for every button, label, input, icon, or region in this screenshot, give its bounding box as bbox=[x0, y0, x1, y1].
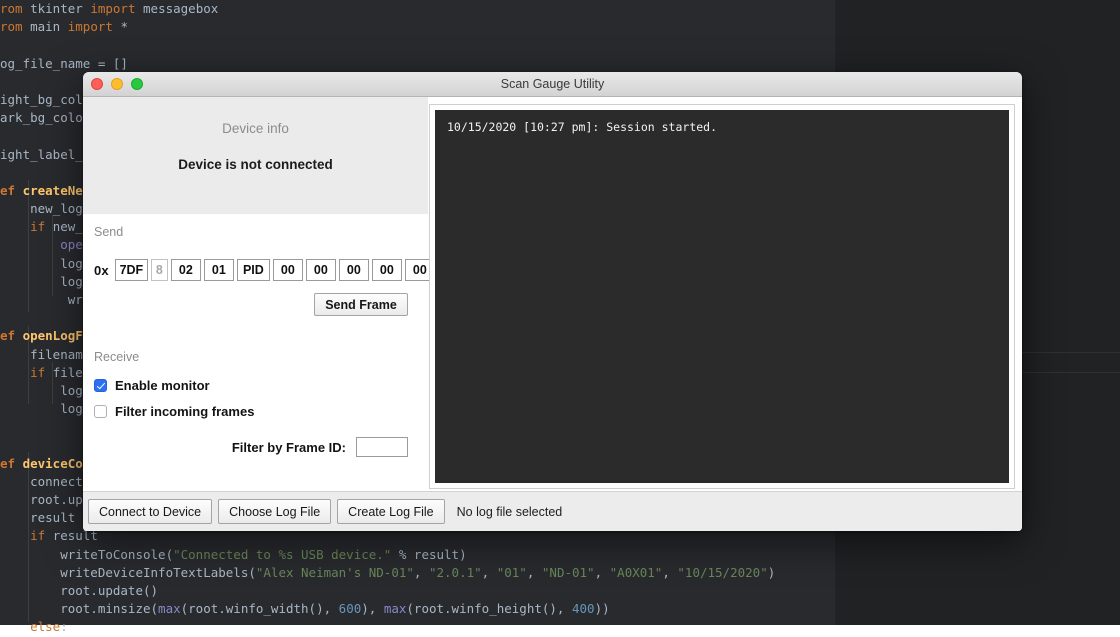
send-frame-button[interactable]: Send Frame bbox=[314, 293, 408, 316]
frame-field-byte-1[interactable] bbox=[204, 259, 234, 281]
frame-field-byte-0[interactable] bbox=[171, 259, 201, 281]
bottom-toolbar: Connect to Device Choose Log File Create… bbox=[83, 491, 1022, 531]
frame-field-byte-3[interactable] bbox=[273, 259, 303, 281]
console-output[interactable]: 10/15/2020 [10:27 pm]: Session started. bbox=[435, 110, 1009, 483]
frame-field-byte-5[interactable] bbox=[339, 259, 369, 281]
frame-fields-row[interactable]: 0x bbox=[94, 259, 438, 281]
zoom-button[interactable] bbox=[131, 78, 143, 90]
window-titlebar[interactable]: Scan Gauge Utility bbox=[83, 72, 1022, 97]
log-file-status: No log file selected bbox=[457, 505, 563, 519]
connect-to-device-button[interactable]: Connect to Device bbox=[88, 499, 212, 524]
filter-frames-label: Filter incoming frames bbox=[115, 404, 254, 419]
enable-monitor-row[interactable]: Enable monitor bbox=[94, 378, 210, 393]
frame-field-id[interactable] bbox=[115, 259, 148, 281]
device-info-panel: Device info Device is not connected bbox=[83, 97, 428, 214]
window-title: Scan Gauge Utility bbox=[83, 77, 1022, 91]
control-panel: Device info Device is not connected Send… bbox=[83, 97, 428, 491]
frame-field-pid[interactable] bbox=[237, 259, 270, 281]
console-output-wrapper: 10/15/2020 [10:27 pm]: Session started. bbox=[429, 104, 1015, 489]
filter-frame-id-row: Filter by Frame ID: bbox=[83, 437, 428, 457]
minimize-button[interactable] bbox=[111, 78, 123, 90]
filter-frames-row[interactable]: Filter incoming frames bbox=[94, 404, 254, 419]
frame-field-byte-4[interactable] bbox=[306, 259, 336, 281]
receive-section-label: Receive bbox=[94, 350, 139, 364]
device-info-title: Device info bbox=[83, 121, 428, 136]
enable-monitor-checkbox[interactable] bbox=[94, 379, 107, 392]
window-body: Device info Device is not connected Send… bbox=[83, 97, 1022, 531]
send-section-label: Send bbox=[94, 225, 123, 239]
filter-frames-checkbox[interactable] bbox=[94, 405, 107, 418]
close-button[interactable] bbox=[91, 78, 103, 90]
create-log-file-button[interactable]: Create Log File bbox=[337, 499, 444, 524]
choose-log-file-button[interactable]: Choose Log File bbox=[218, 499, 331, 524]
scan-gauge-utility-window[interactable]: Scan Gauge Utility Device info Device is… bbox=[83, 72, 1022, 531]
frame-field-byte-6[interactable] bbox=[372, 259, 402, 281]
filter-frame-id-input[interactable] bbox=[356, 437, 408, 457]
hex-prefix-label: 0x bbox=[94, 263, 109, 278]
enable-monitor-label: Enable monitor bbox=[115, 378, 210, 393]
frame-field-length bbox=[151, 259, 168, 281]
device-connection-status: Device is not connected bbox=[83, 157, 428, 172]
filter-frame-id-label: Filter by Frame ID: bbox=[232, 440, 346, 455]
window-controls[interactable] bbox=[91, 78, 143, 90]
